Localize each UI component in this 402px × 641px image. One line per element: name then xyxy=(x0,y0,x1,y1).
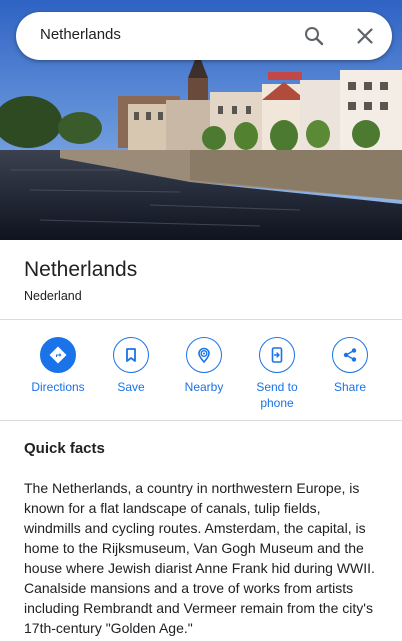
directions-label: Directions xyxy=(31,380,85,394)
place-subtitle: Nederland xyxy=(24,289,82,303)
bookmark-icon xyxy=(113,337,149,373)
save-label: Save xyxy=(117,380,145,394)
share-icon xyxy=(332,337,368,373)
send-to-phone-button[interactable]: Send to phone xyxy=(241,337,313,411)
search-bar[interactable]: Netherlands xyxy=(16,12,392,60)
search-input[interactable]: Netherlands xyxy=(40,26,121,43)
action-bar: Directions Save Nearby Send to phone Sha… xyxy=(0,320,402,421)
send-to-phone-icon xyxy=(259,337,295,373)
save-button[interactable]: Save xyxy=(95,337,167,395)
share-label: Share xyxy=(333,380,367,394)
place-header: Netherlands Nederland xyxy=(0,240,402,320)
search-icon[interactable] xyxy=(302,24,326,48)
send-to-phone-label: Send to phone xyxy=(256,380,298,410)
quick-facts-title: Quick facts xyxy=(24,440,105,457)
quick-facts-section: Quick facts The Netherlands, a country i… xyxy=(0,421,402,641)
nearby-label: Nearby xyxy=(184,380,224,394)
place-title: Netherlands xyxy=(24,258,138,281)
directions-button[interactable]: Directions xyxy=(22,337,94,395)
directions-icon xyxy=(40,337,76,373)
close-icon[interactable] xyxy=(353,24,377,48)
share-button[interactable]: Share xyxy=(314,337,386,395)
nearby-icon xyxy=(186,337,222,373)
quick-facts-body: The Netherlands, a country in northweste… xyxy=(24,480,375,636)
nearby-button[interactable]: Nearby xyxy=(168,337,240,395)
